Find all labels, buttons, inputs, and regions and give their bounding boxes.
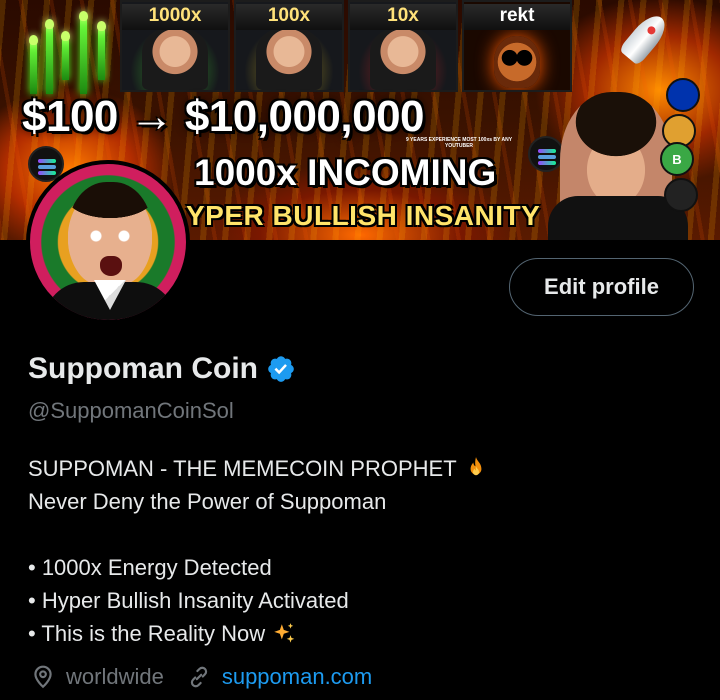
avatar[interactable]	[26, 160, 190, 324]
fire-emoji-icon	[470, 456, 482, 475]
location-pin-icon	[34, 665, 52, 689]
banner-candle	[29, 35, 38, 94]
banner-candle	[61, 31, 70, 80]
thumbnail-label: 10x	[350, 4, 456, 30]
skull-icon	[494, 36, 540, 88]
banner-thumbnail: rekt	[462, 0, 572, 92]
banner-thumbnail-row: 1000x 100x 10x rekt	[120, 0, 572, 92]
cardano-coin-icon	[666, 78, 700, 112]
banner-candle	[45, 19, 54, 94]
bio-bullet: • This is the Reality Now	[28, 621, 266, 646]
profile-bio: SUPPOMAN - THE MEMECOIN PROPHET Never De…	[28, 452, 489, 650]
profile-name-row: Suppoman Coin	[28, 352, 296, 386]
thumbnail-face	[256, 28, 322, 90]
bio-line: • 1000x Energy Detected	[28, 551, 489, 584]
banner-thumbnail: 100x	[234, 0, 344, 92]
bio-bullet: • Hyper Bullish Insanity Activated	[28, 588, 349, 613]
website-item[interactable]: suppoman.com	[186, 664, 372, 690]
verified-badge-icon[interactable]	[266, 354, 296, 384]
bio-line: Never Deny the Power of Suppoman	[28, 485, 489, 518]
thumbnail-label: 1000x	[122, 4, 228, 30]
avatar-mouth	[100, 256, 122, 276]
bio-line: • This is the Reality Now	[28, 617, 489, 650]
solana-coin-icon	[528, 136, 564, 172]
banner-thumbnail: 10x	[348, 0, 458, 92]
profile-meta-row: worldwide suppoman.com	[30, 664, 372, 690]
bio-spacer	[28, 518, 489, 551]
banner-headline: $100 → $10,000,000	[22, 92, 425, 141]
bio-line: SUPPOMAN - THE MEMECOIN PROPHET	[28, 452, 489, 485]
mascot-coin-icon	[664, 178, 698, 212]
location-item: worldwide	[30, 664, 164, 690]
bio-text: Never Deny the Power of Suppoman	[28, 489, 387, 514]
profile-handle: @SuppomanCoinSol	[28, 398, 234, 423]
bio-bullet: • 1000x Energy Detected	[28, 555, 272, 580]
avatar-eyes	[88, 230, 132, 242]
thumbnail-face	[142, 28, 208, 90]
thumbnail-label: 100x	[236, 4, 342, 30]
location-text: worldwide	[66, 664, 164, 689]
banner-candle	[79, 11, 88, 94]
banner-experience-text: 9 YEARS EXPERIENCE MOST 100xs BY ANY YOU…	[405, 137, 513, 149]
banner-incoming-text: 1000x INCOMING	[194, 152, 497, 193]
banner-thumbnail: 1000x	[120, 0, 230, 92]
banner-candle	[97, 21, 106, 80]
bio-line: • Hyper Bullish Insanity Activated	[28, 584, 489, 617]
thumbnail-label: rekt	[464, 4, 570, 30]
edit-profile-button[interactable]: Edit profile	[509, 258, 694, 316]
link-icon	[190, 666, 207, 688]
display-name: Suppoman Coin	[28, 352, 258, 385]
bio-text: SUPPOMAN - THE MEMECOIN PROPHET	[28, 456, 457, 481]
b-coin-icon: B	[660, 142, 694, 176]
banner-hyper-text: YPER BULLISH INSANITY	[186, 200, 541, 231]
website-link[interactable]: suppoman.com	[222, 664, 372, 690]
sparkles-emoji-icon	[274, 622, 295, 643]
thumbnail-face	[370, 28, 436, 90]
